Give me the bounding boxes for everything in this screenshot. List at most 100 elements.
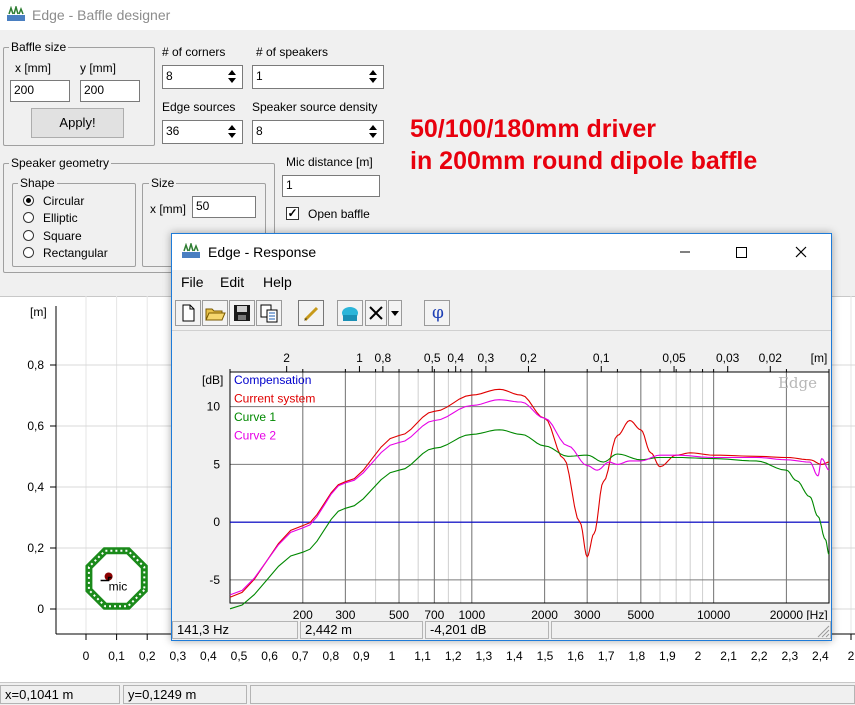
baffle-y-label: y [mm] <box>80 61 116 75</box>
radio-rectangular[interactable] <box>23 247 34 258</box>
resize-grip-icon[interactable] <box>816 624 830 638</box>
status-frequency: 141,3 Hz <box>172 621 298 639</box>
annotation-line-2: in 200mm round dipole baffle <box>410 147 758 175</box>
chart-top-tick-label: 0,8 <box>375 351 392 365</box>
copy-icon <box>260 304 278 323</box>
app-icon <box>182 243 200 258</box>
draw-button[interactable] <box>298 300 324 326</box>
geometry-y-unit: [m] <box>30 305 47 319</box>
app-icon <box>7 6 25 21</box>
chart-top-unit-label: [m] <box>811 351 828 365</box>
geometry-x-tick-label: 1 <box>389 649 396 663</box>
shape-option-rectangular[interactable]: Rectangular <box>23 246 133 262</box>
baffle-x-input[interactable]: 200 <box>10 80 70 102</box>
geometry-x-tick-label: 1,3 <box>475 649 492 663</box>
radio-elliptic[interactable] <box>23 212 34 223</box>
dropdown-arrow-icon <box>391 311 399 316</box>
response-title-bar[interactable]: Edge - Response <box>172 234 831 270</box>
corners-value: 8 <box>166 69 173 83</box>
save-button[interactable] <box>229 300 255 326</box>
geometry-y-tick-label: 0,4 <box>27 480 44 494</box>
delete-dropdown-button[interactable] <box>388 300 402 326</box>
shape-option-circular[interactable]: Circular <box>23 194 133 210</box>
geometry-y-tick-label: 0 <box>37 602 44 616</box>
speaker-source-density-value: 8 <box>256 124 263 138</box>
open-baffle-option[interactable]: ✓ Open baffle <box>286 206 386 222</box>
mic-distance-input[interactable]: 1 <box>282 175 380 197</box>
chart-x-tick-label: 2000 <box>531 608 558 620</box>
response-plot-area[interactable]: 200 300 500 700 1000 2000 3000 5000 10000 20000 [H… <box>172 331 831 620</box>
status-empty-cell <box>551 621 831 639</box>
apply-button[interactable]: Apply! <box>31 108 124 138</box>
shape-option-elliptic[interactable]: Elliptic <box>23 211 133 227</box>
chart-x-tick-label: 500 <box>389 608 409 620</box>
legend-item-current-system: Current system <box>234 392 315 406</box>
status-wavelength: 2,442 m <box>300 621 423 639</box>
chart-top-tick-label: 0,5 <box>424 351 441 365</box>
chart-watermark: Edge <box>778 374 817 392</box>
speaker-button[interactable] <box>337 300 363 326</box>
geometry-x-tick-label: 2,3 <box>781 649 798 663</box>
open-baffle-checkbox[interactable]: ✓ <box>286 207 299 220</box>
corners-spinbox[interactable]: 8 <box>162 65 243 89</box>
copy-button[interactable] <box>256 300 282 326</box>
annotation-line-1: 50/100/180mm driver <box>410 115 657 143</box>
menu-help[interactable]: Help <box>263 274 292 290</box>
corners-spin-buttons[interactable] <box>225 68 240 85</box>
status-level: -4,201 dB <box>425 621 549 639</box>
minimize-icon <box>680 251 690 253</box>
chart-top-tick-label: 0,1 <box>593 351 610 365</box>
response-window[interactable]: Edge - Response File Edit Help φ 200 300… <box>171 233 832 641</box>
open-button[interactable] <box>202 300 228 326</box>
edge-sources-spin-buttons[interactable] <box>225 123 240 140</box>
chart-y-tick-label: 5 <box>213 457 220 471</box>
radio-square[interactable] <box>23 230 34 241</box>
speaker-geometry-label: Speaker geometry <box>9 156 112 170</box>
geometry-x-tick-label: 2,4 <box>812 649 829 663</box>
speaker-source-density-spinbox[interactable]: 8 <box>252 120 384 144</box>
baffle-size-label: Baffle size <box>9 40 69 54</box>
open-baffle-label: Open baffle <box>308 207 370 221</box>
geometry-x-tick-label: 0 <box>83 649 90 663</box>
response-status-bar: 141,3 Hz 2,442 m -4,201 dB <box>172 620 831 640</box>
shape-elliptic-label: Elliptic <box>43 211 78 225</box>
maximize-button[interactable] <box>718 234 764 270</box>
chart-top-tick-label: 0,4 <box>447 351 464 365</box>
chart-x-tick-label: 10000 <box>697 608 731 620</box>
chart-top-tick-label: 0,3 <box>478 351 495 365</box>
minimize-button[interactable] <box>662 234 708 270</box>
shape-rectangular-label: Rectangular <box>43 246 108 260</box>
phase-button[interactable]: φ <box>424 300 450 326</box>
main-status-bar: x=0,1041 m y=0,1249 m <box>0 682 855 705</box>
status-y-coordinate: y=0,1249 m <box>123 685 247 704</box>
speakers-spinbox[interactable]: 1 <box>252 65 384 89</box>
chart-y-unit-label: [dB] <box>202 373 223 387</box>
response-chart[interactable]: 200 300 500 700 1000 2000 3000 5000 10000 20000 [H… <box>172 331 831 620</box>
close-button[interactable] <box>778 234 824 270</box>
geometry-x-tick-label: 0,3 <box>169 649 186 663</box>
size-x-input[interactable]: 50 <box>192 196 256 218</box>
edge-sources-spinbox[interactable]: 36 <box>162 120 243 144</box>
speakers-spin-buttons[interactable] <box>366 68 381 85</box>
delete-button[interactable] <box>365 300 387 326</box>
mic-label: mic <box>109 580 128 594</box>
geometry-y-tick-label: 0,2 <box>27 541 44 555</box>
mic-distance-label: Mic distance [m] <box>286 155 373 169</box>
radio-circular[interactable] <box>23 195 34 206</box>
legend-item-curve-2: Curve 2 <box>234 429 276 443</box>
chart-top-tick-label: 0,03 <box>716 351 740 365</box>
geometry-x-tick-label: 0,8 <box>322 649 339 663</box>
shape-option-square[interactable]: Square <box>23 229 133 245</box>
chart-top-tick-label: 1 <box>356 351 363 365</box>
shape-circular-label: Circular <box>43 194 85 208</box>
shape-square-label: Square <box>43 229 82 243</box>
size-label: Size <box>149 176 177 190</box>
speaker-icon <box>342 307 358 321</box>
speaker-source-density-spin-buttons[interactable] <box>366 123 381 140</box>
new-button[interactable] <box>175 300 201 326</box>
menu-file[interactable]: File <box>181 274 204 290</box>
baffle-y-input[interactable]: 200 <box>80 80 140 102</box>
menu-edit[interactable]: Edit <box>220 274 244 290</box>
chart-top-tick-label: 2 <box>283 351 290 365</box>
maximize-icon <box>736 247 747 258</box>
